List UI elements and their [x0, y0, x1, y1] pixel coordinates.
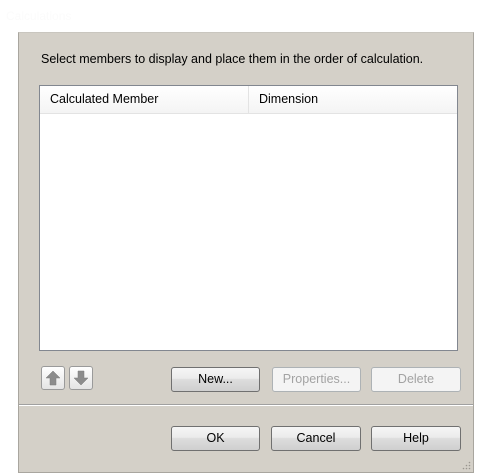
list-header: Calculated Member Dimension: [40, 86, 457, 114]
arrow-up-icon: [45, 370, 61, 386]
help-button[interactable]: Help: [371, 426, 461, 451]
calculated-members-list[interactable]: Calculated Member Dimension: [39, 85, 458, 351]
footer-separator: [19, 404, 473, 406]
new-button[interactable]: New...: [171, 367, 260, 392]
properties-button[interactable]: Properties...: [272, 367, 361, 392]
title-bar: Calculations: [0, 0, 479, 32]
move-up-button[interactable]: [41, 366, 65, 390]
window-title: Calculations: [6, 9, 72, 23]
resize-grip-icon[interactable]: [461, 460, 471, 470]
instruction-text: Select members to display and place them…: [41, 52, 424, 66]
move-down-button[interactable]: [69, 366, 93, 390]
calculations-dialog: Select members to display and place them…: [18, 32, 474, 473]
column-header-calculated-member[interactable]: Calculated Member: [40, 86, 249, 113]
delete-button[interactable]: Delete: [371, 367, 461, 392]
ok-button[interactable]: OK: [171, 426, 260, 451]
column-header-dimension[interactable]: Dimension: [249, 86, 457, 113]
arrow-down-icon: [73, 370, 89, 386]
cancel-button[interactable]: Cancel: [271, 426, 361, 451]
